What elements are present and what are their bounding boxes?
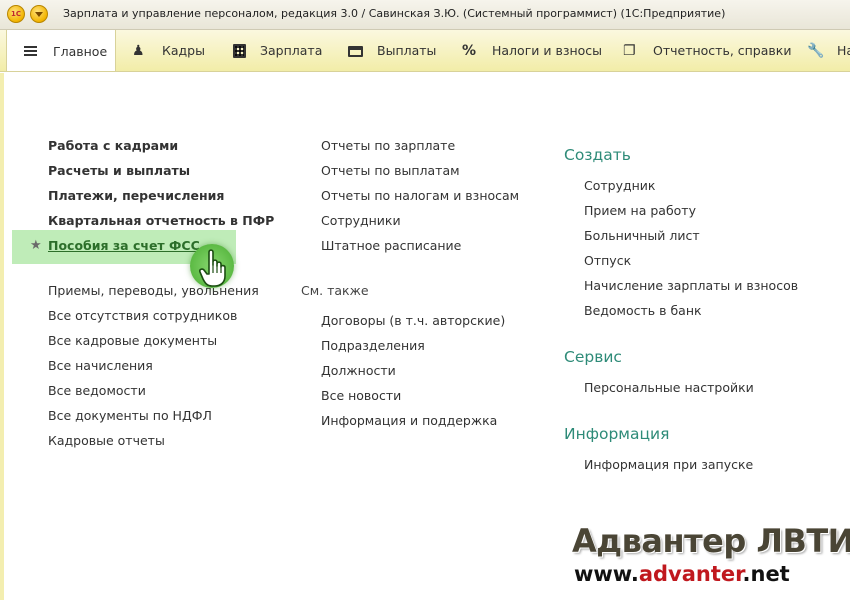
section-panel: Главное ♟ Кадры Зарплата Выплаты % Налог…	[0, 30, 850, 72]
section-main[interactable]: Главное	[6, 30, 116, 71]
section-taxes[interactable]: % Налоги и взносы	[462, 30, 602, 71]
section-label: Кадры	[162, 43, 205, 58]
document-icon: ❐	[623, 42, 636, 59]
create-heading: Создать	[564, 146, 631, 164]
wrench-icon: 🔧	[807, 42, 825, 59]
section-reports[interactable]: ❐ Отчетность, справки	[623, 30, 791, 71]
link-positions[interactable]: Должности	[321, 363, 396, 379]
section-label: Главное	[53, 43, 108, 59]
section-salary[interactable]: Зарплата	[233, 30, 322, 71]
main-menu-dropdown-icon[interactable]	[30, 5, 48, 23]
section-label: Отчетность, справки	[653, 43, 792, 58]
link-salary-reports[interactable]: Отчеты по зарплате	[321, 138, 455, 154]
watermark-url-domain: advanter	[638, 562, 743, 586]
link-employees[interactable]: Сотрудники	[321, 213, 401, 229]
link-payments-transfers[interactable]: Платежи, перечисления	[48, 188, 224, 204]
link-tax-reports[interactable]: Отчеты по налогам и взносам	[321, 188, 519, 204]
create-employee[interactable]: Сотрудник	[584, 178, 655, 194]
link-staff-schedule[interactable]: Штатное расписание	[321, 238, 461, 254]
watermark-url-suffix: .net	[742, 562, 790, 586]
section-settings[interactable]: 🔧 На	[807, 30, 850, 71]
link-personal-settings[interactable]: Персональные настройки	[584, 380, 754, 396]
calculator-icon	[233, 43, 246, 58]
info-heading: Информация	[564, 425, 670, 443]
app-logo-icon[interactable]: 1C	[7, 5, 25, 23]
create-sick-leave[interactable]: Больничный лист	[584, 228, 700, 244]
percent-icon: %	[462, 42, 477, 59]
create-hiring[interactable]: Прием на работу	[584, 203, 696, 219]
link-all-accruals[interactable]: Все начисления	[48, 358, 153, 374]
section-label: Налоги и взносы	[492, 43, 603, 58]
link-all-statements[interactable]: Все ведомости	[48, 383, 146, 399]
section-payments[interactable]: Выплаты	[348, 30, 436, 71]
hand-cursor-icon	[199, 249, 226, 287]
window-title: Зарплата и управление персоналом, редакц…	[63, 7, 726, 20]
link-hr-reports[interactable]: Кадровые отчеты	[48, 433, 165, 449]
service-heading: Сервис	[564, 348, 622, 366]
watermark-url: www.advanter.net	[574, 562, 790, 586]
watermark-url-prefix: www.	[574, 562, 639, 586]
wallet-icon	[348, 46, 363, 57]
link-quarterly-pfr[interactable]: Квартальная отчетность в ПФР	[48, 213, 274, 229]
link-payment-reports[interactable]: Отчеты по выплатам	[321, 163, 460, 179]
menu-icon	[23, 43, 39, 59]
link-ndfl-documents[interactable]: Все документы по НДФЛ	[48, 408, 212, 424]
create-payroll-accrual[interactable]: Начисление зарплаты и взносов	[584, 278, 798, 294]
see-also-heading: См. также	[301, 283, 369, 298]
create-vacation[interactable]: Отпуск	[584, 253, 631, 269]
link-startup-info[interactable]: Информация при запуске	[584, 457, 753, 473]
watermark-brand: Адвантер ЛВТИ	[572, 522, 850, 560]
link-all-absences[interactable]: Все отсутствия сотрудников	[48, 308, 237, 324]
link-info-support[interactable]: Информация и поддержка	[321, 413, 497, 429]
section-personnel[interactable]: ♟ Кадры	[132, 30, 205, 71]
link-departments[interactable]: Подразделения	[321, 338, 425, 354]
create-bank-statement[interactable]: Ведомость в банк	[584, 303, 702, 319]
link-contracts[interactable]: Договоры (в т.ч. авторские)	[321, 313, 505, 329]
section-label: Выплаты	[377, 43, 437, 58]
link-personnel-work[interactable]: Работа с кадрами	[48, 138, 178, 154]
link-calculations-payments[interactable]: Расчеты и выплаты	[48, 163, 190, 179]
link-fss-benefits[interactable]: Пособия за счет ФСС	[48, 238, 200, 254]
favorite-star-icon[interactable]: ★	[30, 238, 42, 254]
section-label: На	[837, 43, 850, 58]
title-bar: 1C Зарплата и управление персоналом, ред…	[0, 0, 850, 30]
section-label: Зарплата	[260, 43, 323, 58]
link-all-hr-documents[interactable]: Все кадровые документы	[48, 333, 217, 349]
users-icon: ♟	[132, 42, 145, 59]
link-all-news[interactable]: Все новости	[321, 388, 401, 404]
